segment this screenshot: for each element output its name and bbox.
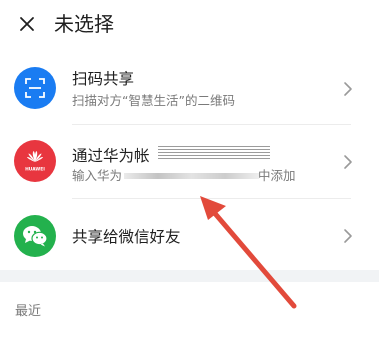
divider [72,124,351,125]
section-header-recent: 最近 [15,304,42,319]
redacted-text [124,173,259,179]
option-subtitle: 扫描对方“智慧生活”的二维码 [72,93,235,108]
option-title: 扫码共享 [72,70,135,88]
close-icon [20,17,34,31]
scan-icon [14,67,56,109]
svg-text:HUAWEI: HUAWEI [25,167,45,173]
option-wechat-share[interactable]: 共享给微信好友 [0,200,379,270]
chevron-right-icon [344,82,352,96]
redacted-text [158,146,270,159]
chevron-right-icon [344,229,352,243]
wechat-icon [14,215,56,257]
option-scan-share[interactable]: 扫码共享 扫描对方“智慧生活”的二维码 [0,53,379,123]
chevron-right-icon [344,155,352,169]
option-title: 共享给微信好友 [72,228,181,246]
divider [72,198,351,199]
section-separator [0,270,379,282]
option-subtitle-suffix: 中添加 [258,168,296,183]
option-huawei-account[interactable]: HUAWEI 通过华为帐 输入华为 中添加 [0,126,379,196]
huawei-logo-icon: HUAWEI [14,140,56,182]
option-title: 通过华为帐 [72,147,150,165]
close-button[interactable] [15,12,39,36]
option-subtitle-prefix: 输入华为 [72,168,123,183]
page-title: 未选择 [54,12,114,36]
top-bar: 未选择 [0,0,379,50]
